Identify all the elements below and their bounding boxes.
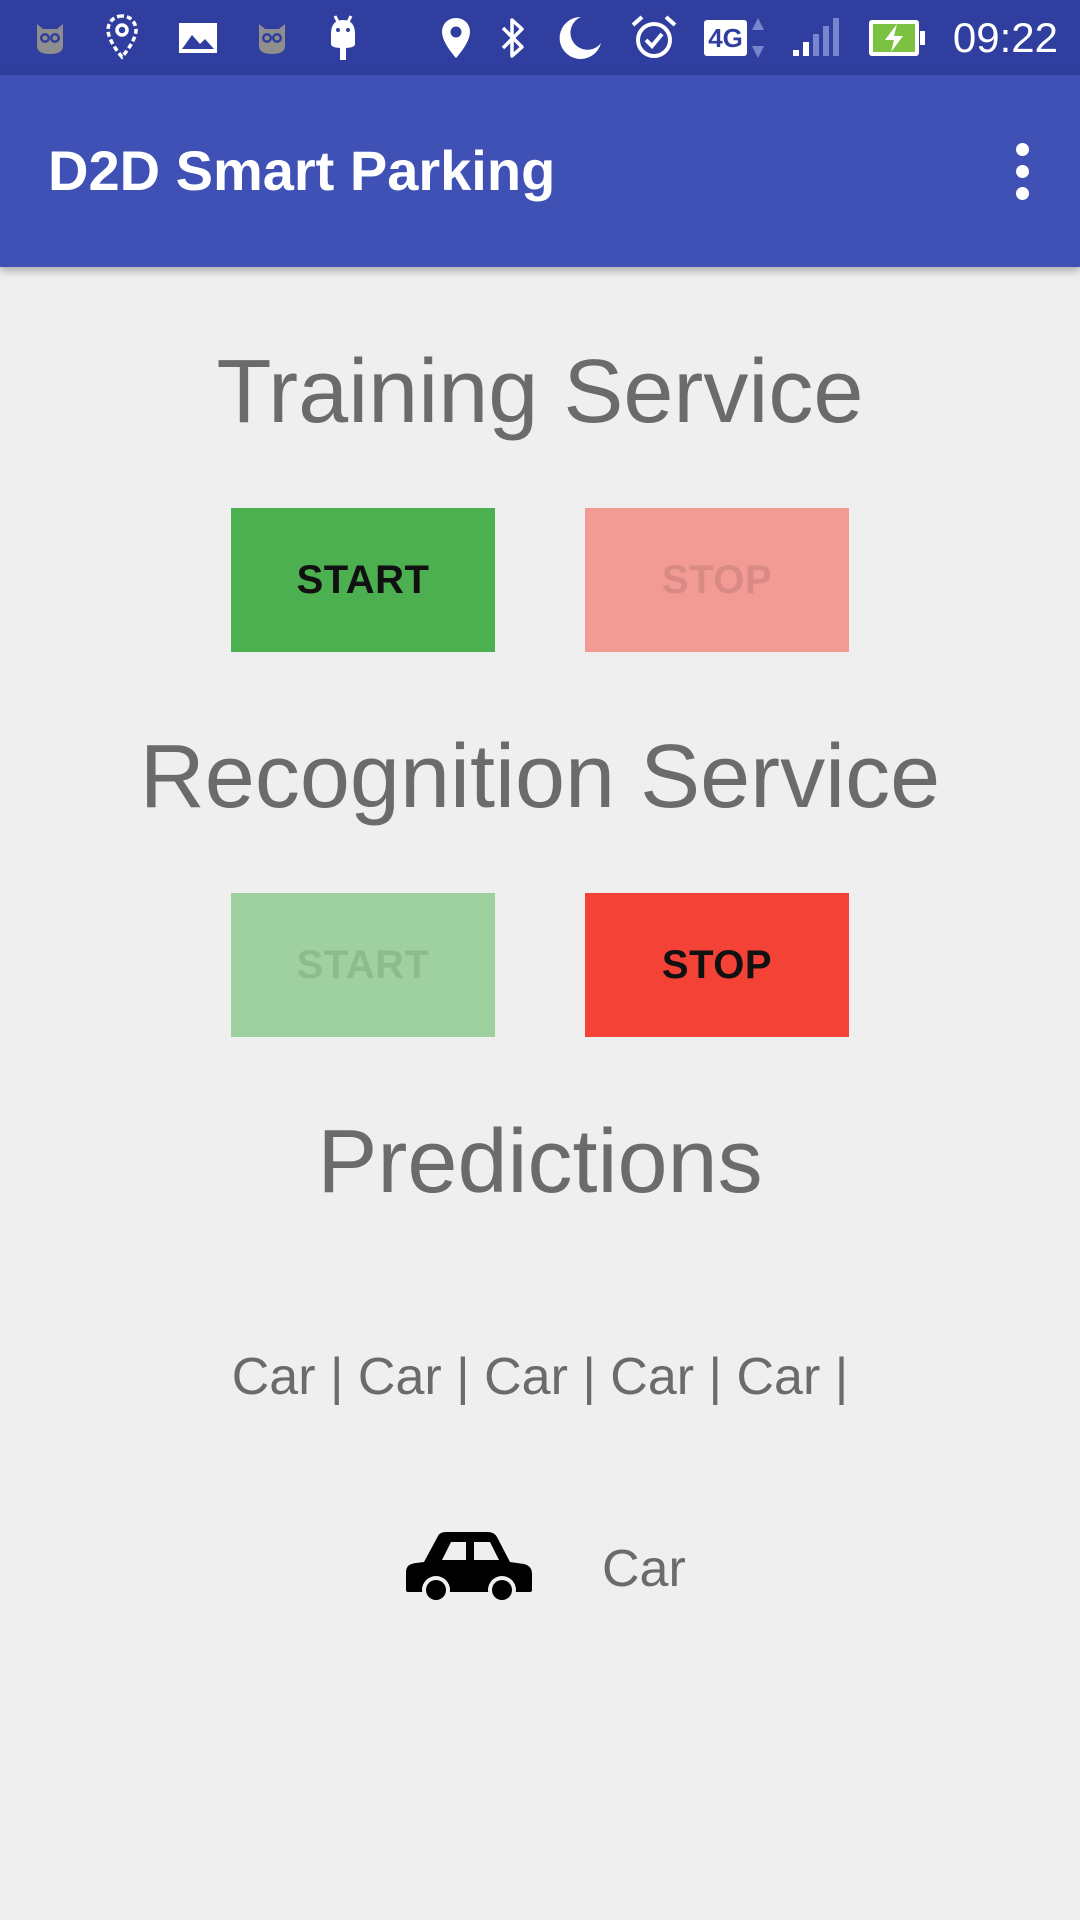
owl-icon <box>256 20 288 56</box>
system-icons: 4G 09:22 <box>440 10 1058 65</box>
moon-icon <box>554 13 604 63</box>
status-bar: 4G 09:22 <box>0 0 1080 75</box>
training-start-button[interactable]: START <box>231 508 495 652</box>
training-service-heading: Training Service <box>216 342 864 442</box>
battery-charging-icon <box>867 18 927 58</box>
more-vert-icon[interactable] <box>990 131 1054 211</box>
location-pin-outline-icon <box>104 13 140 63</box>
clock: 09:22 <box>952 13 1058 61</box>
location-icon <box>440 16 472 60</box>
alarm-icon <box>630 14 678 62</box>
signal-icon <box>791 17 841 58</box>
owl-icon <box>34 20 66 56</box>
current-prediction: Car <box>0 1500 1080 1640</box>
training-stop-button: STOP <box>585 508 849 652</box>
recognition-stop-button[interactable]: STOP <box>585 893 849 1037</box>
current-prediction-label: Car <box>602 1540 686 1598</box>
app-bar: D2D Smart Parking <box>0 75 1080 267</box>
network-badge: 4G <box>704 19 747 56</box>
image-icon <box>178 22 218 54</box>
predictions-history: Car | Car | Car | Car | Car | <box>231 1348 849 1406</box>
notification-icons <box>34 10 360 65</box>
network-4g-icon: 4G <box>704 16 765 60</box>
android-icon <box>326 14 360 62</box>
recognition-service-heading: Recognition Service <box>139 727 941 827</box>
recognition-start-button: START <box>231 893 495 1037</box>
car-icon <box>404 1528 534 1604</box>
predictions-heading: Predictions <box>317 1112 763 1212</box>
app-title: D2D Smart Parking <box>48 139 556 202</box>
bluetooth-icon <box>498 15 528 61</box>
